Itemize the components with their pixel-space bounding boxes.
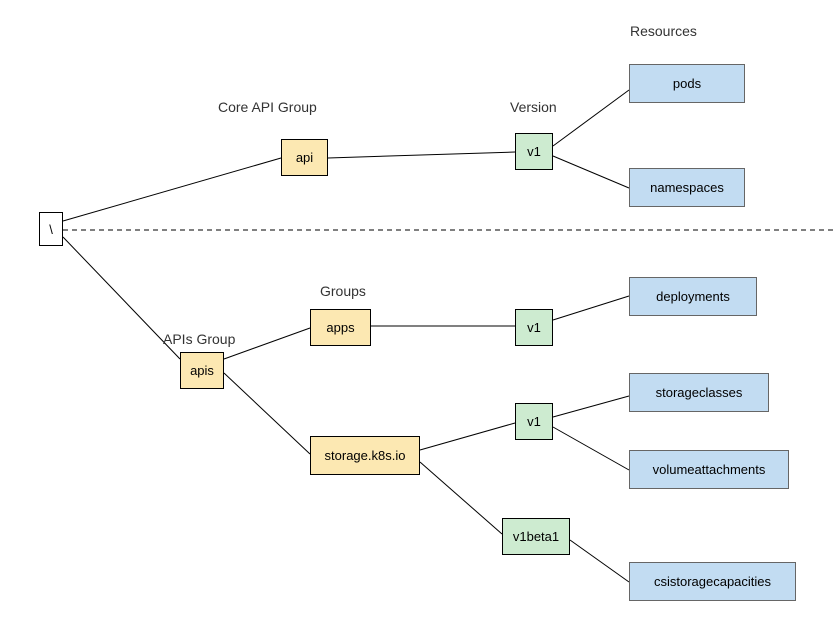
node-volumeattachments: volumeattachments [629, 450, 789, 489]
label-version: Version [510, 99, 557, 115]
label-core-api-group: Core API Group [218, 99, 317, 115]
node-v1-apps: v1 [515, 309, 553, 346]
label-groups: Groups [320, 283, 366, 299]
label-resources: Resources [630, 23, 697, 39]
node-v1beta1: v1beta1 [502, 518, 570, 555]
node-storage-k8s-io: storage.k8s.io [310, 436, 420, 475]
node-deployments: deployments [629, 277, 757, 316]
node-csistoragecapacities: csistoragecapacities [629, 562, 796, 601]
node-pods: pods [629, 64, 745, 103]
node-v1-core: v1 [515, 133, 553, 170]
node-storageclasses: storageclasses [629, 373, 769, 412]
node-apps: apps [310, 309, 371, 346]
node-root: \ [39, 212, 63, 246]
node-apis: apis [180, 352, 224, 389]
label-apis-group: APIs Group [163, 331, 235, 347]
node-namespaces: namespaces [629, 168, 745, 207]
node-api: api [281, 139, 328, 176]
node-v1-storage: v1 [515, 403, 553, 440]
